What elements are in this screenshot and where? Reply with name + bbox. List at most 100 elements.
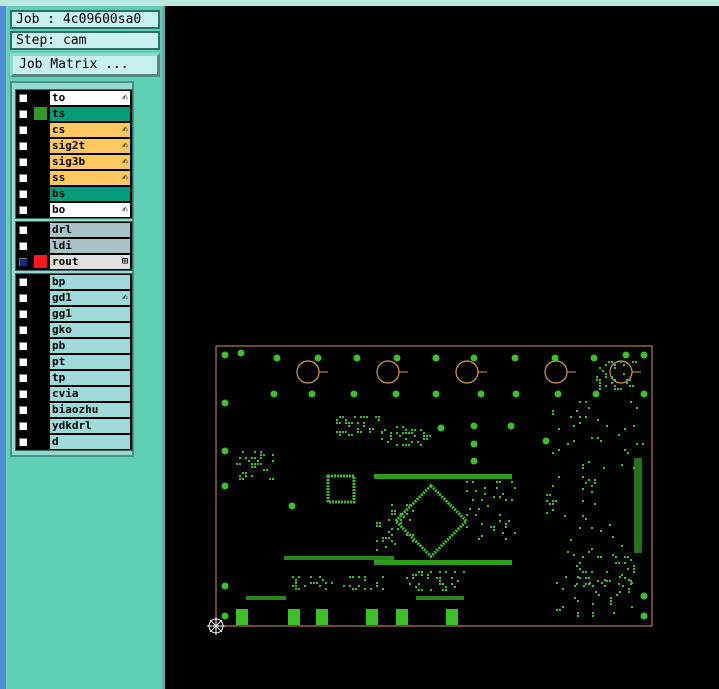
layer-checkbox[interactable] (18, 325, 28, 335)
layer-name[interactable]: gko (50, 323, 130, 337)
layer-row-ydkdrl[interactable]: ydkdrl (16, 418, 132, 434)
layer-checkbox[interactable] (18, 93, 28, 103)
layer-name[interactable]: ss ✍ (50, 171, 130, 185)
layer-checkbox[interactable] (18, 293, 28, 303)
layer-name[interactable]: bs (50, 187, 130, 201)
layer-color-swatch[interactable] (34, 355, 47, 368)
layer-checkbox[interactable] (18, 257, 28, 267)
layer-row-pt[interactable]: pt (16, 354, 132, 370)
layer-color-swatch[interactable] (34, 223, 47, 236)
layer-name[interactable]: cs ✍ (50, 123, 130, 137)
layer-row-bp[interactable]: bp (16, 274, 132, 290)
layer-row-gg1[interactable]: gg1 (16, 306, 132, 322)
layer-color-swatch[interactable] (34, 155, 47, 168)
layer-row-bs[interactable]: bs (16, 186, 132, 202)
layer-checkbox[interactable] (18, 241, 28, 251)
layer-name[interactable]: bo ✍ (50, 203, 130, 217)
layer-checkbox[interactable] (18, 309, 28, 319)
layer-checkbox[interactable] (18, 189, 28, 199)
layer-checkbox[interactable] (18, 173, 28, 183)
layer-name[interactable]: d (50, 435, 130, 449)
smd-pad (272, 454, 274, 456)
layer-color-swatch[interactable] (34, 187, 47, 200)
layer-color-swatch[interactable] (34, 139, 47, 152)
layer-checkbox[interactable] (18, 157, 28, 167)
layer-color-swatch[interactable] (34, 91, 47, 104)
layer-row-pb[interactable]: pb (16, 338, 132, 354)
layer-row-ss[interactable]: ss ✍ (16, 170, 132, 186)
layer-name[interactable]: sig3b ✍ (50, 155, 130, 169)
layer-checkbox[interactable] (18, 373, 28, 383)
layer-checkbox[interactable] (18, 421, 28, 431)
layer-row-sig2t[interactable]: sig2t ✍ (16, 138, 132, 154)
layer-name[interactable]: tp (50, 371, 130, 385)
layer-name[interactable]: to ✍ (50, 91, 130, 105)
layer-color-swatch[interactable] (34, 123, 47, 136)
layer-row-ts[interactable]: ts (16, 106, 132, 122)
layer-group: drl ldi rout ⊞ (15, 221, 133, 271)
smd-pad (466, 481, 468, 483)
layer-color-swatch[interactable] (34, 275, 47, 288)
layer-name[interactable]: rout ⊞ (50, 255, 130, 269)
smd-pad (585, 482, 587, 484)
layer-checkbox[interactable] (18, 389, 28, 399)
layer-name[interactable]: gd1 ✍ (50, 291, 130, 305)
layer-color-swatch[interactable] (34, 387, 47, 400)
layer-row-drl[interactable]: drl (16, 222, 132, 238)
layer-checkbox[interactable] (18, 341, 28, 351)
layer-checkbox[interactable] (18, 125, 28, 135)
smd-pad (493, 529, 495, 531)
layer-name[interactable]: drl (50, 223, 130, 237)
layer-row-d[interactable]: d (16, 434, 132, 450)
layer-color-swatch[interactable] (34, 435, 47, 448)
layer-row-tp[interactable]: tp (16, 370, 132, 386)
layer-row-rout[interactable]: rout ⊞ (16, 254, 132, 270)
layer-checkbox[interactable] (18, 225, 28, 235)
layer-color-swatch[interactable] (34, 171, 47, 184)
layer-row-bo[interactable]: bo ✍ (16, 202, 132, 218)
layer-color-swatch[interactable] (34, 371, 47, 384)
layer-name[interactable]: ldi (50, 239, 130, 253)
layer-color-swatch[interactable] (34, 239, 47, 252)
layer-color-swatch[interactable] (34, 107, 47, 120)
layer-color-swatch[interactable] (34, 203, 47, 216)
smd-pad (618, 434, 620, 436)
smd-pad (376, 522, 378, 524)
layer-row-cvia[interactable]: cvia (16, 386, 132, 402)
layer-row-gko[interactable]: gko (16, 322, 132, 338)
layer-name[interactable]: biaozhu (50, 403, 130, 417)
layer-color-swatch[interactable] (34, 419, 47, 432)
layer-row-ldi[interactable]: ldi (16, 238, 132, 254)
layer-color-swatch[interactable] (34, 255, 47, 268)
layer-row-sig3b[interactable]: sig3b ✍ (16, 154, 132, 170)
layer-name[interactable]: ydkdrl (50, 419, 130, 433)
layer-name[interactable]: pb (50, 339, 130, 353)
layer-name[interactable]: cvia (50, 387, 130, 401)
layer-row-gd1[interactable]: gd1 ✍ (16, 290, 132, 306)
layer-row-to[interactable]: to ✍ (16, 90, 132, 106)
layer-color-swatch[interactable] (34, 339, 47, 352)
layer-name[interactable]: pt (50, 355, 130, 369)
layer-checkbox[interactable] (18, 437, 28, 447)
layer-checkbox[interactable] (18, 357, 28, 367)
job-matrix-button[interactable]: Job Matrix ... (10, 53, 160, 77)
layer-color-swatch[interactable] (34, 291, 47, 304)
layer-checkbox[interactable] (18, 205, 28, 215)
layer-row-biaozhu[interactable]: biaozhu (16, 402, 132, 418)
layer-name[interactable]: sig2t ✍ (50, 139, 130, 153)
layer-name[interactable]: ts (50, 107, 130, 121)
layer-checkbox[interactable] (18, 277, 28, 287)
smd-pad (391, 534, 393, 536)
layer-checkbox[interactable] (18, 141, 28, 151)
layer-name[interactable]: gg1 (50, 307, 130, 321)
layer-color-swatch[interactable] (34, 323, 47, 336)
layer-color-swatch[interactable] (34, 403, 47, 416)
pad (470, 457, 478, 465)
layer-color-swatch[interactable] (34, 307, 47, 320)
layer-name[interactable]: bp (50, 275, 130, 289)
smd-pad (613, 612, 615, 614)
layer-checkbox[interactable] (18, 405, 28, 415)
layer-row-cs[interactable]: cs ✍ (16, 122, 132, 138)
layer-checkbox[interactable] (18, 109, 28, 119)
graphic-canvas[interactable] (165, 6, 719, 689)
